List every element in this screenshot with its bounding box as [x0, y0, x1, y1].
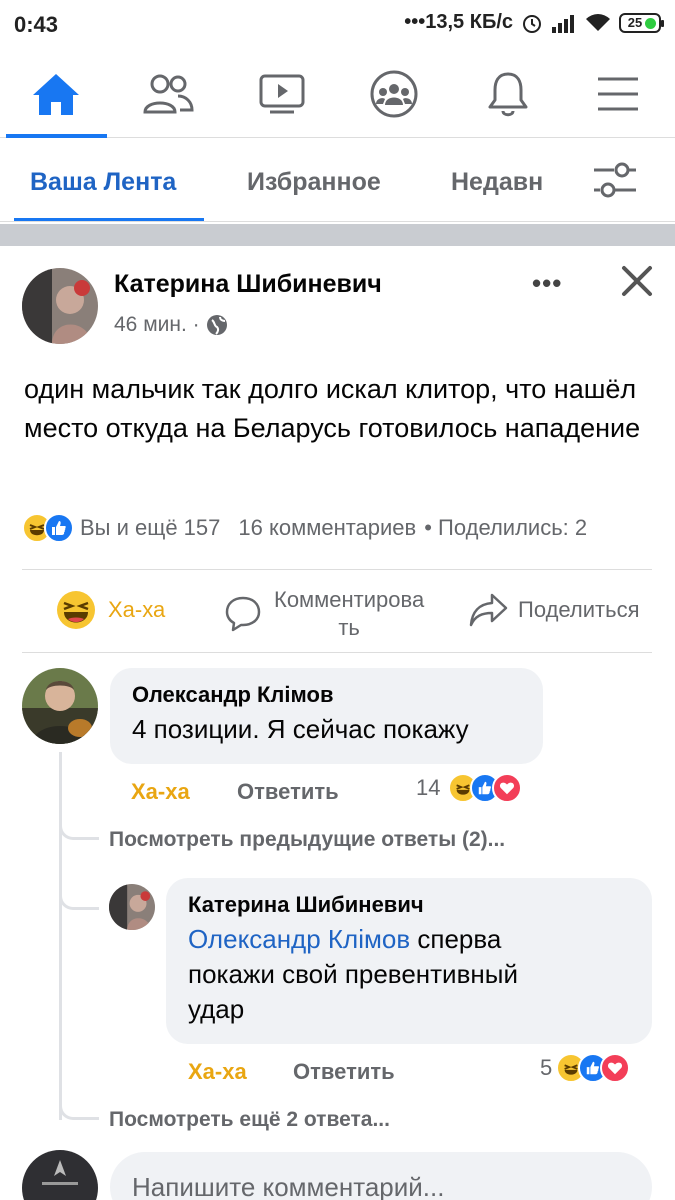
- view-previous-replies-link[interactable]: Посмотреть предыдущие ответы (2)...: [109, 828, 505, 852]
- groups-icon: [370, 70, 418, 118]
- feed-tabs: Ваша Лента Избранное Недавн: [0, 138, 675, 222]
- reactions-summary: Вы и ещё 157 16 комментариев • Поделилис…: [22, 508, 662, 548]
- home-icon: [33, 74, 79, 115]
- reply-author[interactable]: Катерина Шибиневич: [188, 892, 630, 918]
- status-icons: •••13,5 КБ/с 25: [404, 11, 664, 34]
- tab-your-feed[interactable]: Ваша Лента: [30, 168, 176, 197]
- tab-favorites[interactable]: Избранное: [247, 168, 381, 197]
- mention-link[interactable]: Олександр Клімов: [188, 924, 410, 954]
- filter-settings-icon[interactable]: [590, 158, 638, 202]
- post-meta: 46 мин. ·: [114, 313, 228, 337]
- nav-groups[interactable]: [354, 62, 434, 126]
- alarm-icon: [523, 14, 541, 33]
- reply-reaction-number: 5: [540, 1055, 553, 1080]
- watch-icon: [259, 74, 305, 114]
- love-reaction-icon: [600, 1053, 631, 1083]
- reply-reply-button[interactable]: Ответить: [293, 1059, 395, 1085]
- wifi-icon: [586, 13, 610, 31]
- share-icon: [469, 593, 508, 627]
- bell-icon: [488, 72, 528, 117]
- signal-icon: [552, 14, 574, 33]
- reply-reaction-count[interactable]: 5: [540, 1053, 631, 1083]
- comment-input[interactable]: Напишите комментарий...: [110, 1152, 652, 1200]
- thread-connector: [59, 1080, 99, 1120]
- current-user-avatar: [22, 1150, 98, 1200]
- nav-home[interactable]: [16, 62, 96, 126]
- reactions-count[interactable]: Вы и ещё 157: [80, 515, 220, 541]
- love-reaction-icon: [492, 773, 523, 803]
- post-more-options-icon[interactable]: •••: [532, 268, 562, 299]
- comment-text: 4 позиции. Я сейчас покажу: [132, 714, 469, 744]
- divider: [22, 569, 652, 570]
- post-author-avatar[interactable]: [22, 268, 98, 344]
- post-time[interactable]: 46 мин. ·: [114, 313, 200, 337]
- haha-action-label: Ха-ха: [108, 597, 166, 622]
- nav-watch[interactable]: [242, 62, 322, 126]
- battery-level: 25: [627, 15, 643, 30]
- divider: [22, 652, 652, 653]
- like-reaction-icon: [44, 513, 74, 543]
- shares-count[interactable]: • Поделились: 2: [424, 515, 587, 541]
- comments-count[interactable]: 16 комментариев: [238, 515, 416, 541]
- thread-connector: [59, 800, 99, 840]
- comment-input-placeholder: Напишите комментарий...: [132, 1172, 445, 1200]
- tab-recent[interactable]: Недавн: [451, 168, 543, 197]
- share-action-button[interactable]: Поделиться: [468, 592, 639, 628]
- reply-author-avatar[interactable]: [109, 884, 155, 930]
- top-navigation: [0, 52, 675, 138]
- section-separator: [0, 224, 675, 246]
- friends-icon: [143, 74, 194, 114]
- clock: 0:43: [14, 12, 59, 37]
- nav-friends[interactable]: [128, 62, 208, 126]
- comment-reply-button[interactable]: Ответить: [237, 779, 339, 805]
- view-more-replies-link[interactable]: Посмотреть ещё 2 ответа...: [109, 1108, 390, 1132]
- close-icon[interactable]: [620, 264, 654, 298]
- nav-notifications[interactable]: [468, 62, 548, 126]
- status-bar: 0:43 •••13,5 КБ/с 25: [0, 0, 675, 52]
- comment-action-label-line2: ть: [338, 615, 360, 640]
- comment-haha-button[interactable]: Ха-ха: [131, 779, 190, 805]
- battery-icon: 25: [619, 12, 664, 33]
- nav-menu[interactable]: [578, 62, 658, 126]
- haha-action-button[interactable]: Ха-ха: [56, 590, 165, 630]
- post-author-name[interactable]: Катерина Шибиневич: [114, 270, 382, 299]
- haha-emoji-icon: [57, 591, 95, 629]
- comment-icon: [225, 596, 261, 632]
- thread-connector: [59, 870, 99, 910]
- post-text: один мальчик так долго искал клитор, что…: [24, 374, 641, 443]
- hamburger-menu-icon: [598, 77, 638, 111]
- reply-text: Олександр Клімов сперва покажи свой прев…: [188, 924, 518, 1024]
- network-speed: •••13,5 КБ/с: [404, 11, 513, 33]
- tab-active-indicator: [14, 218, 204, 221]
- comment-reaction-number: 14: [416, 775, 441, 800]
- commenter-avatar[interactable]: [22, 668, 98, 744]
- comment-action-button[interactable]: Комментирова ть: [224, 586, 424, 642]
- comment-author[interactable]: Олександр Клімов: [132, 682, 521, 708]
- comment-action-label-line1: Комментирова: [274, 587, 425, 612]
- reply-haha-button[interactable]: Ха-ха: [188, 1059, 247, 1085]
- comment-bubble[interactable]: Олександр Клімов 4 позиции. Я сейчас пок…: [110, 668, 543, 764]
- comment-reaction-count[interactable]: 14: [416, 773, 523, 803]
- share-action-label: Поделиться: [518, 597, 640, 622]
- reply-bubble[interactable]: Катерина Шибиневич Олександр Клімов спер…: [166, 878, 652, 1044]
- globe-icon: [206, 315, 227, 335]
